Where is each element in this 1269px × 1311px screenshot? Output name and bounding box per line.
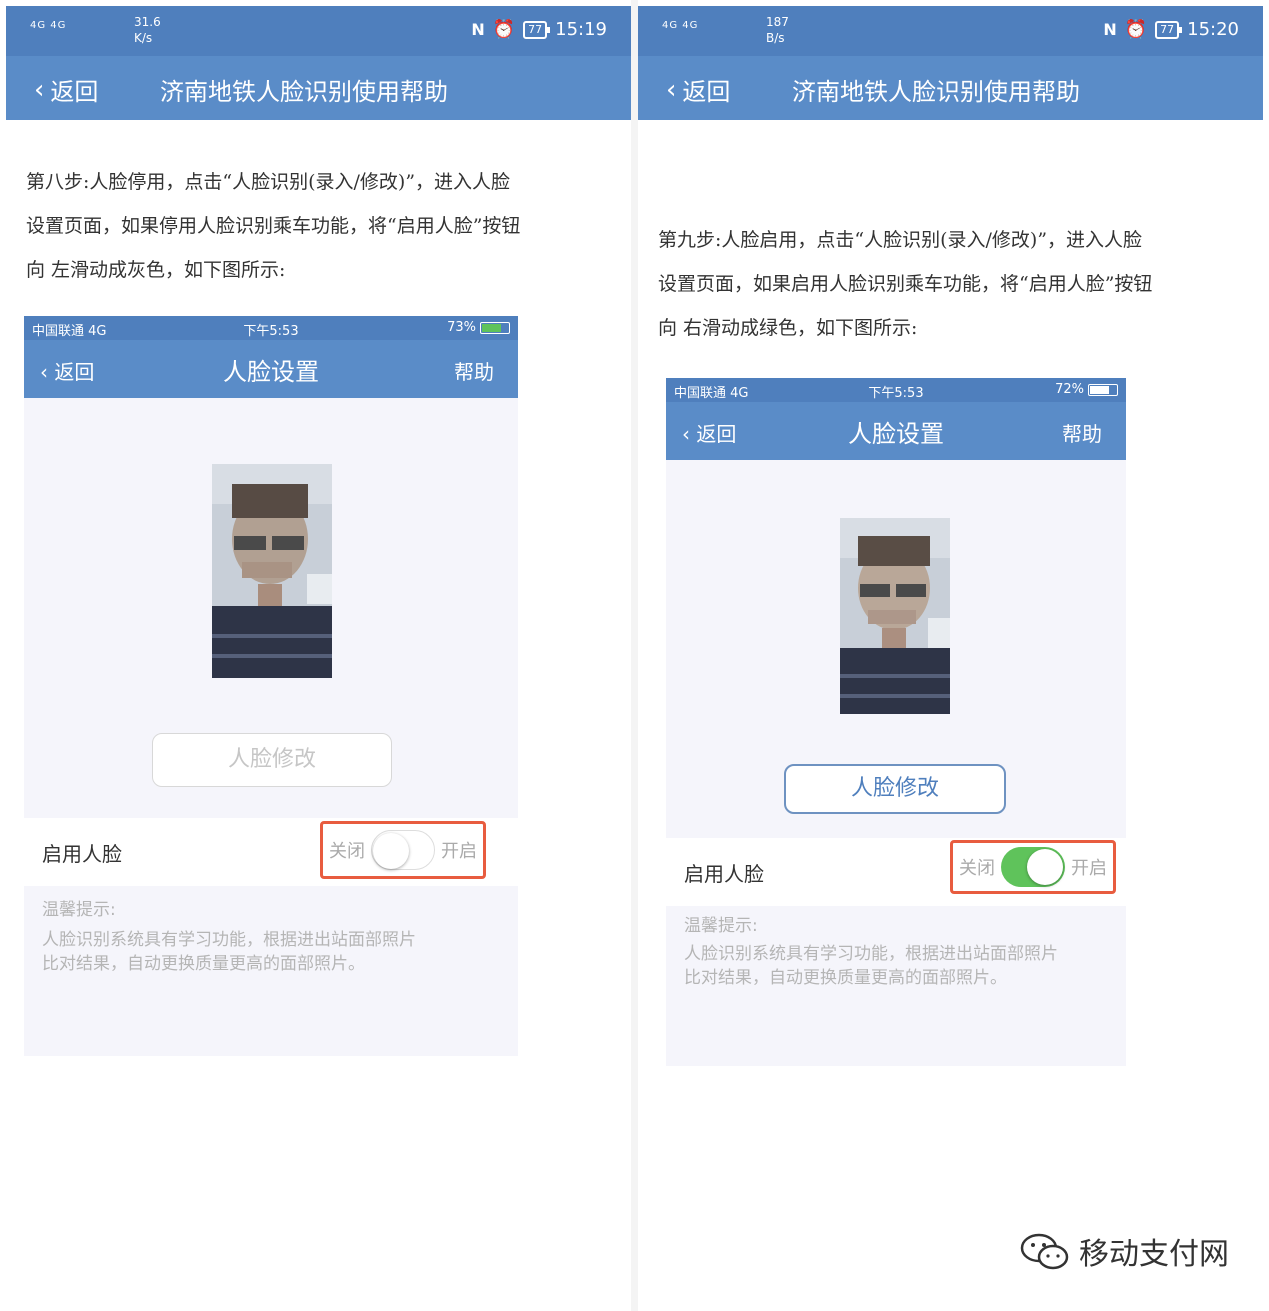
left-screenshot: 4G 4G 31.6 K/s N ⏰ 77 15:19 ‹ 返回 济南地铁人脸识… bbox=[6, 6, 631, 1306]
chevron-left-icon: ‹ bbox=[666, 74, 677, 105]
status-time: 15:19 bbox=[555, 19, 607, 40]
tips-text: 人脸识别系统具有学习功能，根据进出站面部照片 bbox=[42, 930, 416, 950]
enable-face-switch[interactable] bbox=[371, 830, 435, 870]
tips-title: 温馨提示: bbox=[684, 916, 758, 936]
enable-face-switch[interactable] bbox=[1001, 847, 1065, 887]
face-edit-button[interactable]: 人脸修改 bbox=[152, 733, 392, 787]
network-speed: 31.6 K/s bbox=[134, 15, 161, 45]
phone-screenshot: 中国联通 4G 下午5:53 72% ‹ 返回 人脸设置 帮助 人脸修改 启用人… bbox=[666, 378, 1126, 1066]
phone-nav-bar: ‹ 返回 人脸设置 帮助 bbox=[24, 340, 518, 398]
article-line: 第八步:人脸停用，点击“人脸识别(录入/修改)”，进入人脸 bbox=[26, 171, 511, 193]
enable-face-row: 启用人脸 关闭 开启 bbox=[24, 818, 518, 886]
tips-text: 人脸识别系统具有学习功能，根据进出站面部照片 bbox=[684, 944, 1058, 964]
tips: 温馨提示: 人脸识别系统具有学习功能，根据进出站面部照片 比对结果，自动更换质量… bbox=[42, 898, 416, 976]
chevron-left-icon: ‹ bbox=[34, 74, 45, 105]
article-line: 向 右滑动成绿色，如下图所示: bbox=[658, 317, 918, 339]
face-photo bbox=[212, 464, 332, 678]
enable-face-label: 启用人脸 bbox=[42, 842, 122, 866]
article-line: 设置页面，如果启用人脸识别乘车功能，将“启用人脸”按钮 bbox=[658, 273, 1153, 295]
article-line: 第九步:人脸启用，点击“人脸识别(录入/修改)”，进入人脸 bbox=[658, 229, 1143, 251]
phone-status-bar: 中国联通 4G 下午5:53 73% bbox=[24, 316, 518, 340]
right-screenshot: 4G 4G 187 B/s N ⏰ 77 15:20 ‹ 返回 济南地铁人脸识别… bbox=[638, 6, 1263, 1306]
face-photo-image bbox=[212, 464, 332, 678]
page-title: 济南地铁人脸识别使用帮助 bbox=[792, 78, 1080, 106]
nav-bar: ‹ 返回 济南地铁人脸识别使用帮助 bbox=[638, 56, 1263, 120]
toggle-highlight-box: 关闭 开启 bbox=[950, 840, 1116, 894]
phone-battery: 73% bbox=[447, 320, 510, 335]
page-title: 济南地铁人脸识别使用帮助 bbox=[160, 78, 448, 106]
watermark: 移动支付网 bbox=[1019, 1229, 1229, 1273]
switch-knob bbox=[1027, 849, 1063, 885]
back-button[interactable]: ‹ 返回 bbox=[34, 72, 98, 107]
phone-title: 人脸设置 bbox=[223, 358, 319, 386]
toggle-off-label: 关闭 bbox=[959, 858, 995, 879]
toggle-highlight-box: 关闭 开启 bbox=[320, 821, 486, 879]
article-text: 第九步:人脸启用，点击“人脸识别(录入/修改)”，进入人脸 设置页面，如果启用人… bbox=[658, 218, 1248, 350]
nav-bar: ‹ 返回 济南地铁人脸识别使用帮助 bbox=[6, 56, 631, 120]
help-button[interactable]: 帮助 bbox=[454, 356, 494, 385]
switch-knob bbox=[373, 833, 409, 869]
signal-icon: 4G 4G bbox=[662, 20, 699, 31]
toggle-on-label: 开启 bbox=[441, 841, 477, 862]
toggle-on-label: 开启 bbox=[1071, 858, 1107, 879]
phone-screenshot: 中国联通 4G 下午5:53 73% ‹ 返回 人脸设置 帮助 人脸修改 启用人… bbox=[24, 316, 518, 1056]
nfc-icon: N bbox=[1103, 20, 1117, 39]
phone-time: 下午5:53 bbox=[243, 324, 299, 339]
tips-text: 比对结果，自动更换质量更高的面部照片。 bbox=[684, 968, 1007, 988]
phone-battery: 72% bbox=[1055, 382, 1118, 397]
battery-icon: 77 bbox=[1155, 20, 1183, 39]
watermark-text: 移动支付网 bbox=[1079, 1237, 1229, 1272]
face-photo bbox=[840, 518, 950, 714]
wechat-icon bbox=[1020, 1233, 1069, 1270]
phone-status-bar: 中国联通 4G 下午5:53 72% bbox=[666, 378, 1126, 402]
phone-nav-bar: ‹ 返回 人脸设置 帮助 bbox=[666, 402, 1126, 460]
article-line: 设置页面，如果停用人脸识别乘车功能，将“启用人脸”按钮 bbox=[26, 215, 521, 237]
alarm-icon: ⏰ bbox=[492, 19, 516, 40]
tips-text: 比对结果，自动更换质量更高的面部照片。 bbox=[42, 954, 365, 974]
article-line: 向 左滑动成灰色，如下图所示: bbox=[26, 259, 286, 281]
back-button[interactable]: ‹ 返回 bbox=[666, 72, 730, 107]
phone-title: 人脸设置 bbox=[848, 420, 944, 448]
signal-icon: 4G 4G bbox=[30, 20, 67, 31]
nfc-icon: N bbox=[471, 20, 485, 39]
enable-face-row: 启用人脸 关闭 开启 bbox=[666, 838, 1126, 906]
enable-face-label: 启用人脸 bbox=[684, 862, 764, 886]
network-speed: 187 B/s bbox=[766, 15, 789, 45]
tips: 温馨提示: 人脸识别系统具有学习功能，根据进出站面部照片 比对结果，自动更换质量… bbox=[684, 914, 1058, 990]
face-photo-image bbox=[840, 518, 950, 714]
status-bar: 4G 4G 187 B/s N ⏰ 77 15:20 bbox=[638, 6, 1263, 56]
battery-icon bbox=[1088, 383, 1118, 396]
article-text: 第八步:人脸停用，点击“人脸识别(录入/修改)”，进入人脸 设置页面，如果停用人… bbox=[26, 160, 616, 292]
help-button[interactable]: 帮助 bbox=[1062, 418, 1102, 447]
alarm-icon: ⏰ bbox=[1124, 19, 1148, 40]
face-edit-button[interactable]: 人脸修改 bbox=[784, 764, 1006, 814]
status-bar: 4G 4G 31.6 K/s N ⏰ 77 15:19 bbox=[6, 6, 631, 56]
toggle-off-label: 关闭 bbox=[329, 841, 365, 862]
panel-divider bbox=[631, 0, 638, 1311]
tips-title: 温馨提示: bbox=[42, 900, 116, 920]
battery-icon: 77 bbox=[523, 20, 551, 39]
battery-icon bbox=[480, 321, 510, 334]
status-time: 15:20 bbox=[1187, 19, 1239, 40]
